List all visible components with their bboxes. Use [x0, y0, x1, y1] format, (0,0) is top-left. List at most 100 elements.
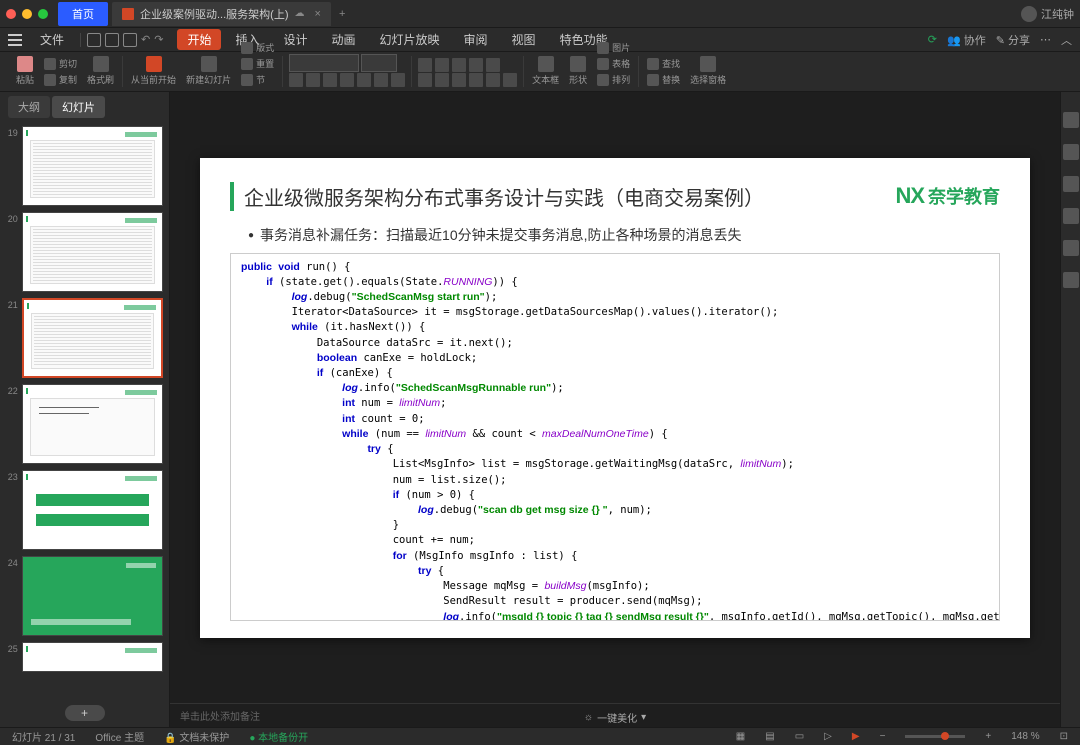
fit-window-icon[interactable]: ⊡: [1056, 731, 1072, 742]
indent-left-icon[interactable]: [469, 58, 483, 72]
slide-thumbnail[interactable]: [22, 384, 163, 464]
zoom-slider[interactable]: [905, 735, 965, 738]
qat-preview-icon[interactable]: [123, 33, 137, 47]
new-slide-button[interactable]: 新建幻灯片: [184, 55, 233, 87]
clear-format-icon[interactable]: [391, 73, 405, 87]
format-painter-button[interactable]: 格式刷: [85, 55, 116, 87]
highlight-icon[interactable]: [374, 73, 388, 87]
textbox-button[interactable]: 文本框: [530, 55, 561, 87]
section-button[interactable]: 节: [239, 72, 276, 87]
view-normal-icon[interactable]: ▦: [732, 731, 749, 742]
slide-thumbnail[interactable]: [22, 126, 163, 206]
font-size-select[interactable]: [361, 54, 397, 72]
close-tab-icon[interactable]: ×: [315, 8, 321, 20]
collaborate-button[interactable]: 👥 协作: [947, 32, 986, 48]
qat-save-icon[interactable]: [87, 33, 101, 47]
slide-thumbnail[interactable]: [22, 470, 163, 550]
minimize-window-icon[interactable]: [22, 9, 32, 19]
zoom-in-button[interactable]: +: [981, 731, 995, 742]
zoom-out-button[interactable]: −: [876, 731, 890, 742]
protect-status[interactable]: 🔒 文档未保护: [160, 729, 233, 744]
slide-bullet-text[interactable]: 事务消息补漏任务：扫描最近10分钟未提交事务消息,防止各种场景的消息丢失: [248, 225, 1000, 245]
rail-material-icon[interactable]: [1063, 208, 1079, 224]
zoom-level[interactable]: 148 %: [1007, 731, 1043, 742]
document-tab[interactable]: 企业级案例驱动...服务架构(上) ☁ ×: [112, 2, 331, 26]
slide-canvas[interactable]: 企业级微服务架构分布式事务设计与实践（电商交易案例） NX 奈学教育 事务消息补…: [170, 92, 1060, 703]
rail-animation-icon[interactable]: [1063, 240, 1079, 256]
find-button[interactable]: 查找: [645, 56, 682, 71]
align-text-icon[interactable]: [503, 73, 517, 87]
rail-template-icon[interactable]: [1063, 176, 1079, 192]
arrange-button[interactable]: 排列: [595, 72, 632, 87]
tab-view[interactable]: 视图: [502, 29, 546, 50]
picture-button[interactable]: 图片: [595, 40, 632, 55]
layout-button[interactable]: 版式: [239, 40, 276, 55]
shapes-button[interactable]: 形状: [567, 55, 589, 87]
thumb-number: 20: [6, 212, 18, 224]
maximize-window-icon[interactable]: [38, 9, 48, 19]
theme-label[interactable]: Office 主题: [91, 729, 148, 744]
align-center-icon[interactable]: [435, 73, 449, 87]
select-pane-button[interactable]: 选择窗格: [688, 55, 728, 87]
numbering-icon[interactable]: [435, 58, 449, 72]
reset-button[interactable]: 重置: [239, 56, 276, 71]
text-direction-icon[interactable]: [486, 73, 500, 87]
add-slide-button[interactable]: +: [65, 705, 105, 721]
align-left-icon[interactable]: [418, 73, 432, 87]
slide-thumbnail[interactable]: [22, 556, 163, 636]
file-menu[interactable]: 文件: [30, 29, 74, 50]
slide-thumbnail[interactable]: [22, 212, 163, 292]
slide-thumbnail-active[interactable]: [22, 298, 163, 378]
code-block[interactable]: public void run() { if (state.get().equa…: [230, 253, 1000, 621]
new-tab-button[interactable]: +: [331, 4, 353, 24]
replace-button[interactable]: 替换: [645, 72, 682, 87]
tab-design[interactable]: 设计: [273, 29, 317, 50]
qat-print-icon[interactable]: [105, 33, 119, 47]
more-icon[interactable]: ⋯: [1040, 33, 1051, 46]
rail-settings-icon[interactable]: [1063, 144, 1079, 160]
view-sorter-icon[interactable]: ▤: [761, 731, 778, 742]
strike-icon[interactable]: [340, 73, 354, 87]
slide-title[interactable]: 企业级微服务架构分布式事务设计与实践（电商交易案例）: [230, 182, 764, 211]
font-family-select[interactable]: [289, 54, 359, 72]
align-right-icon[interactable]: [452, 73, 466, 87]
align-justify-icon[interactable]: [469, 73, 483, 87]
beautify-button[interactable]: ☼ 一键美化 ▾: [584, 710, 646, 725]
share-button[interactable]: ✎ 分享: [996, 32, 1030, 48]
backup-status[interactable]: ● 本地备份开: [245, 729, 312, 744]
qat-redo-icon[interactable]: ↷: [154, 33, 163, 46]
close-window-icon[interactable]: [6, 9, 16, 19]
from-beginning-button[interactable]: 从当前开始: [129, 55, 178, 87]
slide-thumbnail[interactable]: [22, 642, 163, 672]
collapse-ribbon-icon[interactable]: ︿: [1061, 32, 1072, 48]
font-color-icon[interactable]: [357, 73, 371, 87]
sync-icon[interactable]: ⟳: [928, 33, 937, 46]
app-menu-icon[interactable]: [8, 34, 22, 46]
italic-icon[interactable]: [306, 73, 320, 87]
indent-right-icon[interactable]: [452, 58, 466, 72]
outline-tab[interactable]: 大纲: [8, 96, 50, 118]
copy-button[interactable]: 复制: [42, 72, 79, 87]
thumbnail-list[interactable]: 19 20 21 22 23 24 25: [0, 122, 169, 699]
line-spacing-icon[interactable]: [486, 58, 500, 72]
table-button[interactable]: 表格: [595, 56, 632, 71]
user-account[interactable]: 江纯钟: [1021, 6, 1074, 22]
tab-review[interactable]: 审阅: [454, 29, 498, 50]
slide-content[interactable]: 企业级微服务架构分布式事务设计与实践（电商交易案例） NX 奈学教育 事务消息补…: [200, 158, 1030, 638]
play-icon[interactable]: ▶: [848, 731, 864, 742]
cut-button[interactable]: 剪切: [42, 56, 79, 71]
view-slideshow-icon[interactable]: ▷: [820, 731, 836, 742]
rail-user-icon[interactable]: [1063, 112, 1079, 128]
rail-tools-icon[interactable]: [1063, 272, 1079, 288]
home-tab[interactable]: 首页: [58, 2, 108, 26]
tab-slideshow[interactable]: 幻灯片放映: [370, 29, 450, 50]
tab-start[interactable]: 开始: [177, 29, 221, 50]
slides-tab[interactable]: 幻灯片: [52, 96, 105, 118]
qat-undo-icon[interactable]: ↶: [141, 33, 150, 46]
underline-icon[interactable]: [323, 73, 337, 87]
bold-icon[interactable]: [289, 73, 303, 87]
paste-button[interactable]: 粘贴: [14, 55, 36, 87]
bullets-icon[interactable]: [418, 58, 432, 72]
tab-animation[interactable]: 动画: [322, 29, 366, 50]
view-reading-icon[interactable]: ▭: [791, 731, 808, 742]
